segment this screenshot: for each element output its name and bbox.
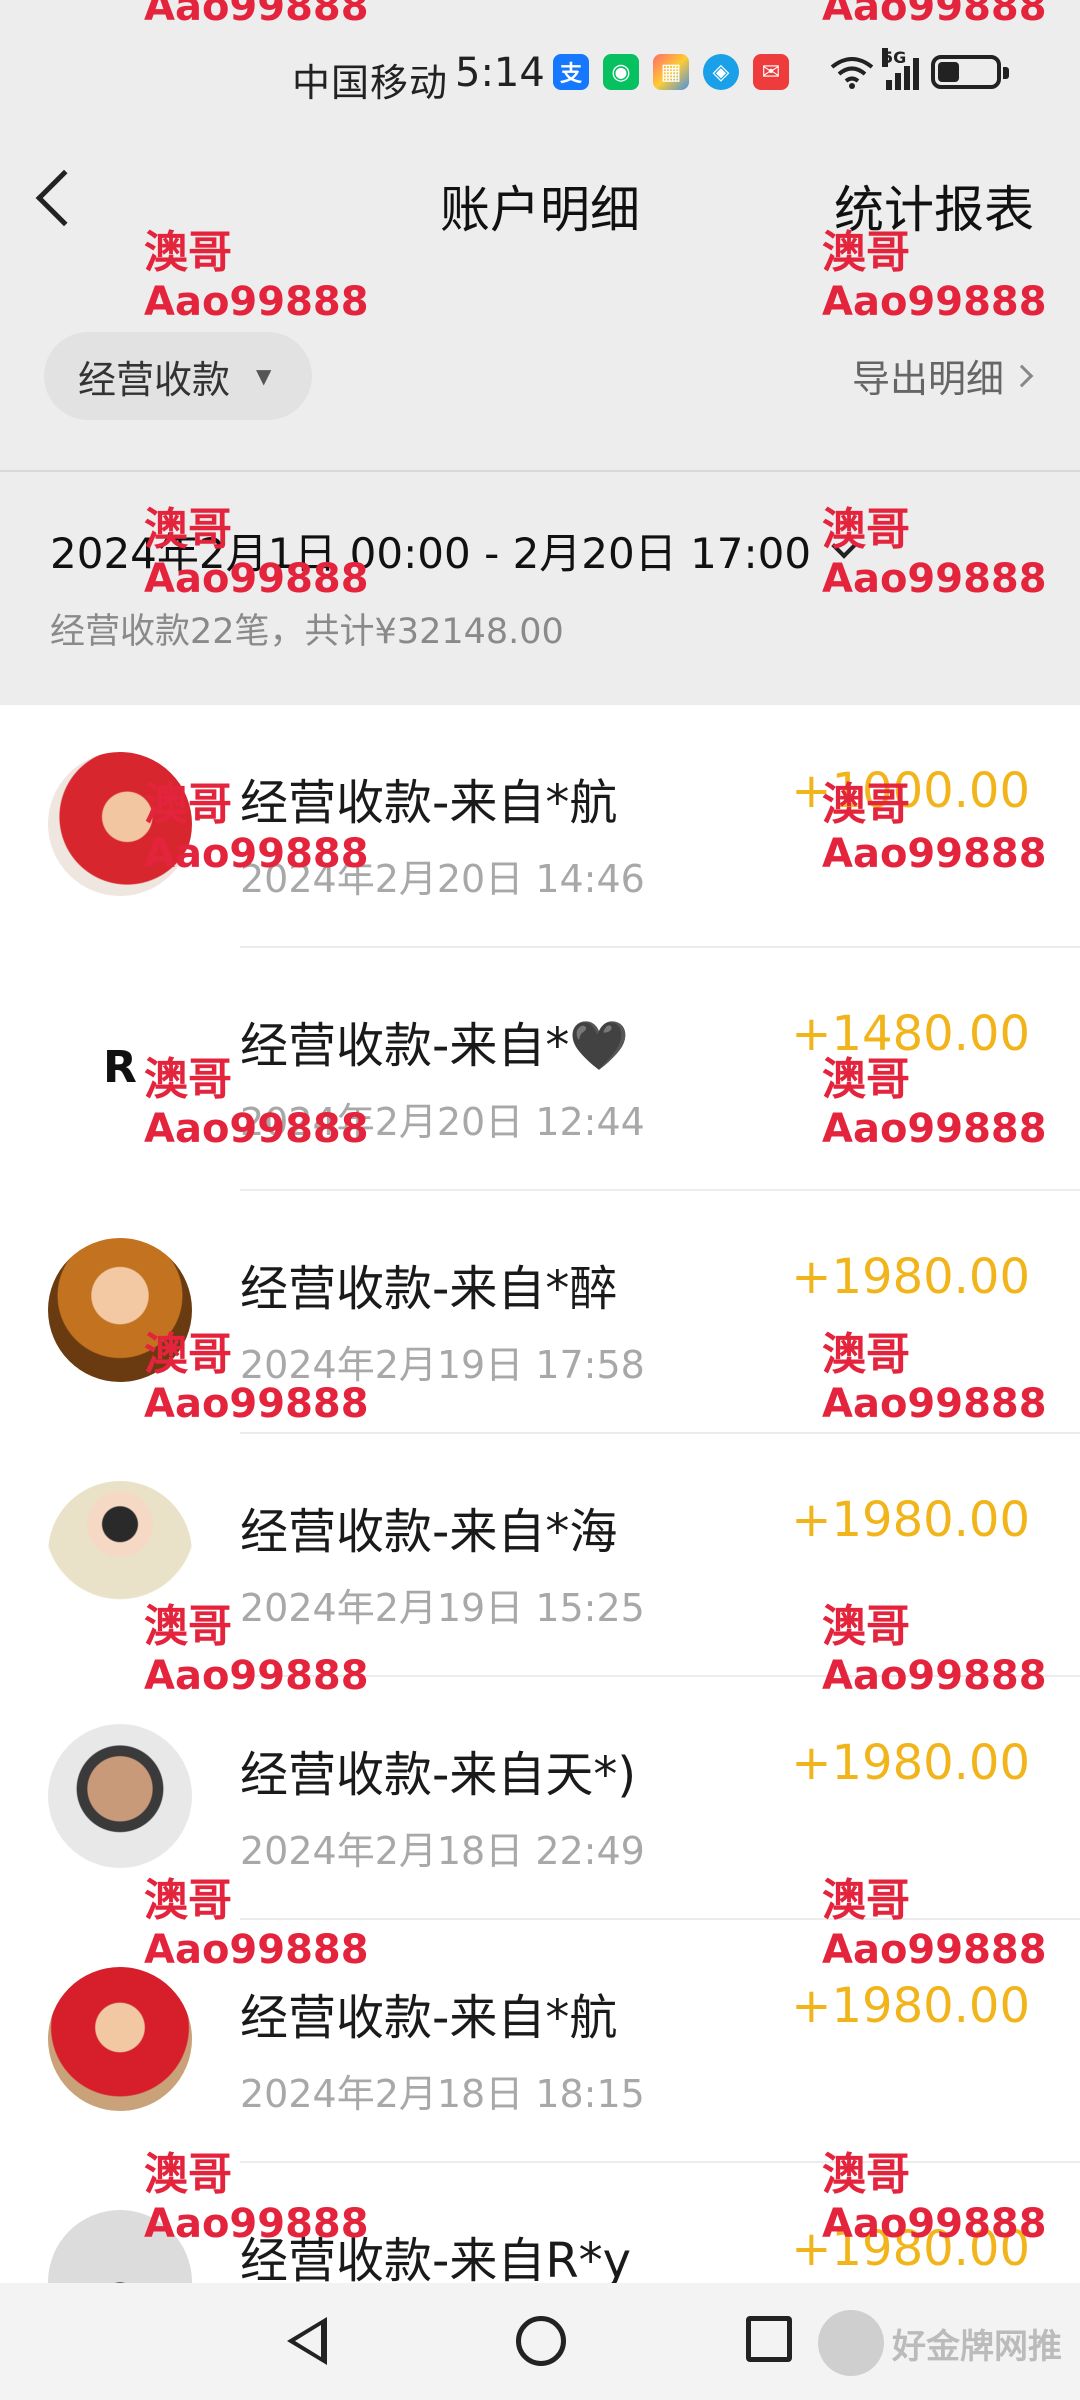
caret-down-icon: ▼	[256, 364, 272, 388]
network-type: 5G	[882, 48, 907, 67]
alipay-icon: 支	[553, 54, 589, 90]
transaction-amount: +1980.00	[791, 1978, 1030, 2034]
nav-back-icon[interactable]	[287, 2317, 327, 2365]
account-detail-screen: 中国移动 5:14 支 ◉ ▦ ◈ ✉ 5G 账户明细 统计报表 经营收款 ▼ …	[0, 0, 1080, 2400]
date-range-label: 2024年2月1日 00:00 - 2月20日 17:00	[50, 529, 812, 578]
export-detail-link[interactable]: 导出明细	[851, 348, 1034, 403]
battery-icon	[931, 55, 1009, 89]
transaction-date: 2024年2月20日 12:44	[240, 1100, 645, 1144]
divider	[0, 470, 1080, 472]
transaction-date: 2024年2月18日 18:15	[240, 2072, 645, 2116]
corner-watermark-text: 好金牌网推	[892, 2326, 1062, 2367]
avatar	[48, 1481, 192, 1625]
wifi-icon	[830, 57, 874, 89]
navigation-bar: 账户明细 统计报表	[0, 160, 1080, 240]
wechat-icon: ◉	[603, 54, 639, 90]
nav-home-icon[interactable]	[516, 2316, 566, 2366]
export-label: 导出明细	[851, 357, 1004, 401]
corner-watermark: 好金牌网推	[818, 2310, 1062, 2376]
header-area: 中国移动 5:14 支 ◉ ▦ ◈ ✉ 5G 账户明细 统计报表 经营收款 ▼ …	[0, 0, 1080, 705]
avatar	[48, 752, 192, 896]
transaction-amount: +1980.00	[791, 2221, 1030, 2277]
red-packet-icon: ✉	[753, 54, 789, 90]
avatar	[48, 1967, 192, 2111]
transaction-row[interactable]: 经营收款-来自*航 2024年2月18日 18:15 +1980.00	[0, 1920, 1080, 2163]
transaction-title: 经营收款-来自*海	[240, 1504, 618, 1560]
transaction-title: 经营收款-来自天*)	[240, 1747, 637, 1803]
transaction-amount: +1000.00	[791, 763, 1030, 819]
transaction-amount: +1980.00	[791, 1249, 1030, 1305]
transaction-date: 2024年2月19日 15:25	[240, 1586, 645, 1630]
transaction-row[interactable]: 经营收款-来自*醉 2024年2月19日 17:58 +1980.00	[0, 1191, 1080, 1434]
transaction-amount: +1480.00	[791, 1006, 1030, 1062]
transaction-date: 2024年2月20日 14:46	[240, 857, 645, 901]
transaction-row[interactable]: 经营收款-来自天*) 2024年2月18日 22:49 +1980.00	[0, 1677, 1080, 1920]
statistics-report-button[interactable]: 统计报表	[834, 170, 1034, 242]
date-range-selector[interactable]: 2024年2月1日 00:00 - 2月20日 17:00	[50, 520, 857, 581]
transaction-amount: +1980.00	[791, 1492, 1030, 1548]
status-time: 5:14	[455, 50, 545, 96]
carrier-label: 中国移动	[292, 61, 449, 105]
browser-icon: ◈	[703, 54, 739, 90]
range-summary: 经营收款22笔，共计¥32148.00	[50, 612, 564, 652]
transaction-title: 经营收款-来自*航	[240, 1990, 618, 2046]
nav-recents-icon[interactable]	[746, 2316, 792, 2362]
transaction-title: 经营收款-来自R*y	[240, 2233, 632, 2289]
app-icon: ▦	[653, 54, 689, 90]
notification-icons: 支 ◉ ▦ ◈ ✉	[553, 54, 789, 90]
chevron-down-icon	[831, 532, 857, 559]
transaction-row[interactable]: R 经营收款-来自*🖤 2024年2月20日 12:44 +1480.00	[0, 948, 1080, 1191]
cat-logo-icon	[818, 2310, 884, 2376]
transaction-date: 2024年2月18日 22:49	[240, 1829, 645, 1873]
transaction-list: 经营收款-来自*航 2024年2月20日 14:46 +1000.00 R 经营…	[0, 705, 1080, 2400]
category-filter-dropdown[interactable]: 经营收款 ▼	[44, 332, 312, 420]
transaction-amount: +1980.00	[791, 1735, 1030, 1791]
signal-icon: 5G	[882, 48, 919, 90]
chevron-right-icon	[1010, 364, 1034, 387]
avatar	[48, 1238, 192, 1382]
avatar: R	[48, 995, 192, 1139]
avatar	[48, 1724, 192, 1868]
status-bar: 中国移动 5:14 支 ◉ ▦ ◈ ✉ 5G	[0, 40, 1080, 120]
transaction-row[interactable]: 经营收款-来自*海 2024年2月19日 15:25 +1980.00	[0, 1434, 1080, 1677]
transaction-title: 经营收款-来自*🖤	[240, 1018, 630, 1074]
transaction-title: 经营收款-来自*航	[240, 775, 618, 831]
filter-selected-label: 经营收款	[78, 357, 231, 402]
transaction-date: 2024年2月19日 17:58	[240, 1343, 645, 1387]
transaction-row[interactable]: 经营收款-来自*航 2024年2月20日 14:46 +1000.00	[0, 705, 1080, 948]
transaction-title: 经营收款-来自*醉	[240, 1261, 618, 1317]
system-status: 5G	[830, 48, 1009, 90]
